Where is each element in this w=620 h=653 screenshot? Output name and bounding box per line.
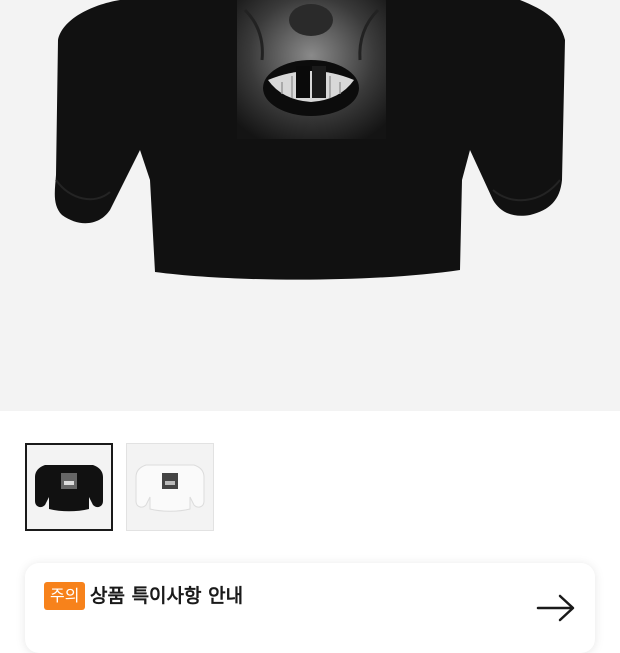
arrow-right-icon[interactable]: [536, 593, 576, 627]
thumbnail-white-image: [135, 464, 205, 512]
thumbnail-white[interactable]: [126, 443, 214, 531]
thumbnail-black-image: [35, 465, 103, 512]
warning-badge: 주의: [44, 582, 86, 610]
notice-title: 상품 특이사항 안내: [90, 585, 244, 607]
product-main-image[interactable]: [0, 0, 620, 411]
thumbnail-list: [25, 443, 214, 531]
product-notice-card[interactable]: 주의 상품 특이사항 안내: [25, 563, 595, 653]
thumbnail-black[interactable]: [25, 443, 113, 531]
face-print-graphic: [237, 0, 386, 139]
sweatshirt-black-image: [54, 0, 565, 280]
